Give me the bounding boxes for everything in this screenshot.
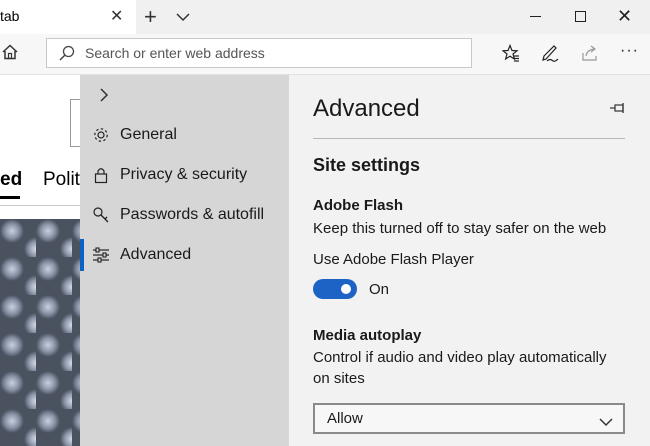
page-image bbox=[0, 219, 80, 446]
address-input[interactable] bbox=[85, 44, 455, 62]
panel-title: Advanced bbox=[313, 95, 420, 122]
settings-menu-label: Advanced bbox=[120, 246, 192, 263]
tab-bar: tab ✕ + ✕ bbox=[0, 0, 650, 34]
page-nav-tab-active[interactable]: ed bbox=[0, 169, 22, 191]
web-page-background: ed Politi bbox=[0, 75, 92, 446]
flash-toggle-label: Use Adobe Flash Player bbox=[313, 251, 474, 268]
advanced-settings-panel: Advanced Site settings Adobe Flash Keep … bbox=[289, 75, 650, 446]
media-autoplay-description: Control if audio and video play automati… bbox=[313, 349, 607, 387]
search-icon bbox=[59, 45, 75, 66]
adobe-flash-description: Keep this turned off to stay safer on th… bbox=[313, 220, 607, 237]
pen-icon[interactable] bbox=[541, 44, 559, 67]
panel-divider bbox=[313, 138, 625, 139]
select-value: Allow bbox=[327, 410, 363, 427]
settings-menu-item-advanced[interactable]: Advanced bbox=[80, 237, 289, 273]
share-icon[interactable] bbox=[581, 44, 599, 67]
tab-title: tab bbox=[0, 8, 20, 24]
chevron-down-icon bbox=[599, 414, 613, 432]
settings-menu-item-general[interactable]: General bbox=[80, 117, 289, 153]
pin-icon[interactable] bbox=[609, 101, 627, 119]
flash-toggle[interactable] bbox=[313, 279, 357, 299]
media-autoplay-heading: Media autoplay bbox=[313, 327, 422, 344]
browser-tab[interactable]: tab ✕ bbox=[0, 0, 136, 34]
minimize-icon[interactable] bbox=[530, 16, 541, 17]
key-icon bbox=[92, 206, 110, 229]
address-bar[interactable] bbox=[46, 38, 472, 68]
more-icon[interactable]: ··· bbox=[620, 42, 639, 60]
favorites-icon[interactable] bbox=[501, 43, 520, 67]
page-nav-tab[interactable]: Politi bbox=[43, 169, 84, 191]
site-settings-heading: Site settings bbox=[313, 155, 421, 175]
expand-menu-icon[interactable] bbox=[92, 83, 116, 107]
gear-icon bbox=[92, 126, 110, 149]
settings-menu-label: General bbox=[120, 126, 177, 143]
tab-close-icon[interactable]: ✕ bbox=[110, 6, 123, 26]
media-autoplay-select[interactable]: Allow bbox=[313, 403, 625, 434]
toggle-knob bbox=[341, 284, 351, 294]
navigation-bar: ··· bbox=[0, 34, 650, 75]
sliders-icon bbox=[92, 246, 110, 269]
settings-menu-item-privacy[interactable]: Privacy & security bbox=[80, 157, 289, 193]
page-nav-underline bbox=[0, 196, 20, 199]
window-close-icon[interactable]: ✕ bbox=[617, 6, 632, 27]
settings-menu-label: Privacy & security bbox=[120, 166, 248, 183]
settings-menu-label: Passwords & autofill bbox=[120, 206, 265, 223]
adobe-flash-heading: Adobe Flash bbox=[313, 197, 404, 214]
flash-toggle-state: On bbox=[369, 281, 390, 298]
settings-menu-item-passwords[interactable]: Passwords & autofill bbox=[80, 197, 289, 233]
new-tab-icon[interactable]: + bbox=[144, 4, 157, 30]
chevron-down-icon[interactable] bbox=[176, 9, 190, 27]
maximize-icon[interactable] bbox=[575, 11, 586, 22]
home-icon[interactable] bbox=[2, 44, 18, 65]
settings-menu: General Privacy & security Passwords & a… bbox=[80, 75, 289, 446]
page-divider bbox=[0, 205, 80, 206]
lock-icon bbox=[92, 166, 110, 189]
